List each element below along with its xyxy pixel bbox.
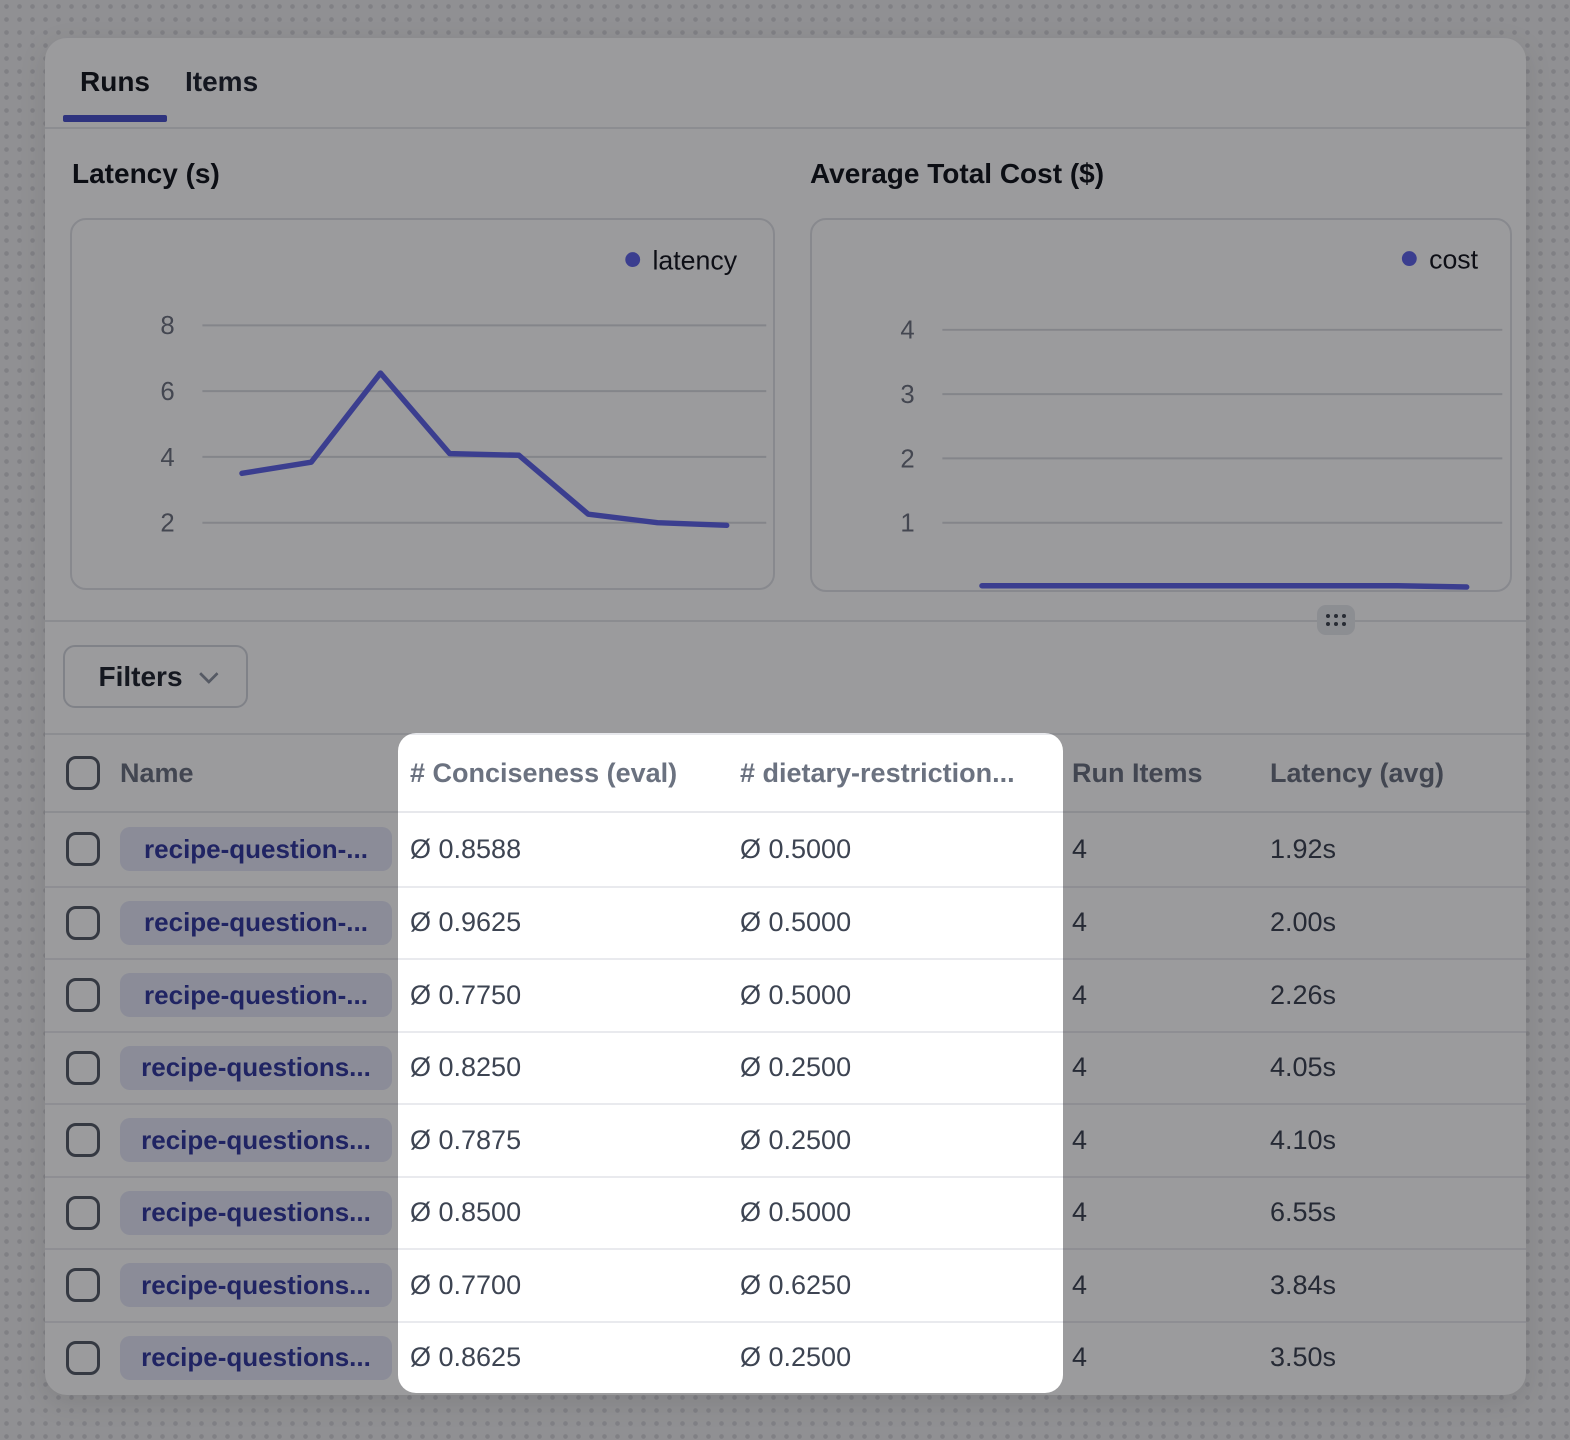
run-name-badge[interactable]: recipe-questions... <box>120 1336 392 1380</box>
table-row: recipe-questions... Ø 0.8500 Ø 0.5000 4 … <box>45 1176 1526 1249</box>
cost-line <box>982 586 1467 587</box>
grip-dots-icon <box>1326 614 1346 626</box>
cell-conciseness: Ø 0.8250 <box>410 1033 521 1104</box>
y-axis-tick-label: 8 <box>160 312 174 340</box>
cell-dietary-restriction: Ø 0.5000 <box>740 888 851 959</box>
active-tab-indicator <box>63 115 167 122</box>
tabs-divider <box>45 127 1526 129</box>
filters-button[interactable]: Filters <box>63 645 248 708</box>
cell-run-items: 4 <box>1072 1178 1087 1249</box>
table-row: recipe-questions... Ø 0.7700 Ø 0.6250 4 … <box>45 1248 1526 1321</box>
cell-conciseness: Ø 0.8625 <box>410 1323 521 1394</box>
cell-dietary-restriction: Ø 0.5000 <box>740 960 851 1031</box>
run-name-badge[interactable]: recipe-question-... <box>120 973 392 1017</box>
cell-latency-avg: 1.92s <box>1270 813 1336 886</box>
table-row: recipe-question-... Ø 0.9625 Ø 0.5000 4 … <box>45 886 1526 959</box>
page-background: Runs Items Latency (s) Average Total Cos… <box>0 0 1570 1440</box>
table-header-row: Name # Conciseness (eval) # dietary-rest… <box>45 733 1526 813</box>
header-name: Name <box>120 735 194 811</box>
select-all-checkbox[interactable] <box>66 756 100 790</box>
cell-dietary-restriction: Ø 0.2500 <box>740 1033 851 1104</box>
row-checkbox[interactable] <box>66 1341 100 1375</box>
table-row: recipe-questions... Ø 0.8625 Ø 0.2500 4 … <box>45 1321 1526 1394</box>
run-name-badge[interactable]: recipe-questions... <box>120 1046 392 1090</box>
resize-drag-handle[interactable] <box>1317 605 1355 635</box>
cell-conciseness: Ø 0.7700 <box>410 1250 521 1321</box>
y-axis-tick-label: 4 <box>900 317 914 345</box>
table-row: recipe-question-... Ø 0.7750 Ø 0.5000 4 … <box>45 958 1526 1031</box>
cell-conciseness: Ø 0.7750 <box>410 960 521 1031</box>
y-axis-tick-label: 4 <box>160 444 174 472</box>
row-checkbox[interactable] <box>66 1268 100 1302</box>
cost-chart-title: Average Total Cost ($) <box>810 158 1104 190</box>
table-row: recipe-questions... Ø 0.7875 Ø 0.2500 4 … <box>45 1103 1526 1176</box>
legend-dot <box>625 252 640 267</box>
row-checkbox[interactable] <box>66 906 100 940</box>
table-row: recipe-question-... Ø 0.8588 Ø 0.5000 4 … <box>45 813 1526 886</box>
cell-run-items: 4 <box>1072 813 1087 886</box>
header-run-items: Run Items <box>1072 735 1203 811</box>
cell-dietary-restriction: Ø 0.2500 <box>740 1323 851 1394</box>
cell-latency-avg: 6.55s <box>1270 1178 1336 1249</box>
cell-dietary-restriction: Ø 0.5000 <box>740 813 851 886</box>
app-card: Runs Items Latency (s) Average Total Cos… <box>45 38 1526 1395</box>
legend-label: cost <box>1429 244 1479 274</box>
y-axis-tick-label: 6 <box>160 378 174 406</box>
cell-dietary-restriction: Ø 0.6250 <box>740 1250 851 1321</box>
cell-run-items: 4 <box>1072 1105 1087 1176</box>
y-axis-tick-label: 2 <box>160 510 174 538</box>
latency-chart: 8 6 4 2 latency <box>70 218 775 590</box>
tab-items[interactable]: Items <box>185 66 258 98</box>
cell-run-items: 4 <box>1072 1323 1087 1394</box>
latency-line <box>242 373 727 525</box>
cell-latency-avg: 4.10s <box>1270 1105 1336 1176</box>
cell-latency-avg: 2.00s <box>1270 888 1336 959</box>
run-name-badge[interactable]: recipe-questions... <box>120 1191 392 1235</box>
row-checkbox[interactable] <box>66 1051 100 1085</box>
run-name-badge[interactable]: recipe-questions... <box>120 1263 392 1307</box>
table-body: recipe-question-... Ø 0.8588 Ø 0.5000 4 … <box>45 813 1526 1393</box>
run-name-badge[interactable]: recipe-questions... <box>120 1118 392 1162</box>
tab-runs[interactable]: Runs <box>80 66 150 98</box>
run-name-badge[interactable]: recipe-question-... <box>120 827 392 871</box>
y-axis-tick-label: 2 <box>900 445 914 473</box>
cell-dietary-restriction: Ø 0.5000 <box>740 1178 851 1249</box>
cell-run-items: 4 <box>1072 1250 1087 1321</box>
header-latency-avg: Latency (avg) <box>1270 735 1444 811</box>
legend-label: latency <box>652 245 737 275</box>
row-checkbox[interactable] <box>66 832 100 866</box>
run-name-badge[interactable]: recipe-question-... <box>120 901 392 945</box>
section-divider <box>45 620 1526 622</box>
cell-latency-avg: 4.05s <box>1270 1033 1336 1104</box>
runs-table: Name # Conciseness (eval) # dietary-rest… <box>45 733 1526 1393</box>
row-checkbox[interactable] <box>66 1196 100 1230</box>
cell-latency-avg: 2.26s <box>1270 960 1336 1031</box>
cell-conciseness: Ø 0.7875 <box>410 1105 521 1176</box>
cell-conciseness: Ø 0.9625 <box>410 888 521 959</box>
cost-line-chart-svg: 4 3 2 1 cost <box>812 220 1510 590</box>
table-row: recipe-questions... Ø 0.8250 Ø 0.2500 4 … <box>45 1031 1526 1104</box>
cell-latency-avg: 3.84s <box>1270 1250 1336 1321</box>
cell-dietary-restriction: Ø 0.2500 <box>740 1105 851 1176</box>
cell-conciseness: Ø 0.8500 <box>410 1178 521 1249</box>
chevron-down-icon <box>198 664 218 684</box>
cell-run-items: 4 <box>1072 888 1087 959</box>
cell-latency-avg: 3.50s <box>1270 1323 1336 1394</box>
row-checkbox[interactable] <box>66 1123 100 1157</box>
filters-button-label: Filters <box>98 661 182 693</box>
legend-dot <box>1402 251 1417 266</box>
header-dietary-restriction: # dietary-restriction... <box>740 735 1015 811</box>
row-checkbox[interactable] <box>66 978 100 1012</box>
y-axis-tick-label: 1 <box>900 510 914 538</box>
cell-conciseness: Ø 0.8588 <box>410 813 521 886</box>
latency-line-chart-svg: 8 6 4 2 latency <box>72 220 773 588</box>
header-conciseness: # Conciseness (eval) <box>410 735 677 811</box>
cell-run-items: 4 <box>1072 960 1087 1031</box>
latency-chart-title: Latency (s) <box>72 158 220 190</box>
y-axis-tick-label: 3 <box>900 381 914 409</box>
cell-run-items: 4 <box>1072 1033 1087 1104</box>
cost-chart: 4 3 2 1 cost <box>810 218 1512 592</box>
